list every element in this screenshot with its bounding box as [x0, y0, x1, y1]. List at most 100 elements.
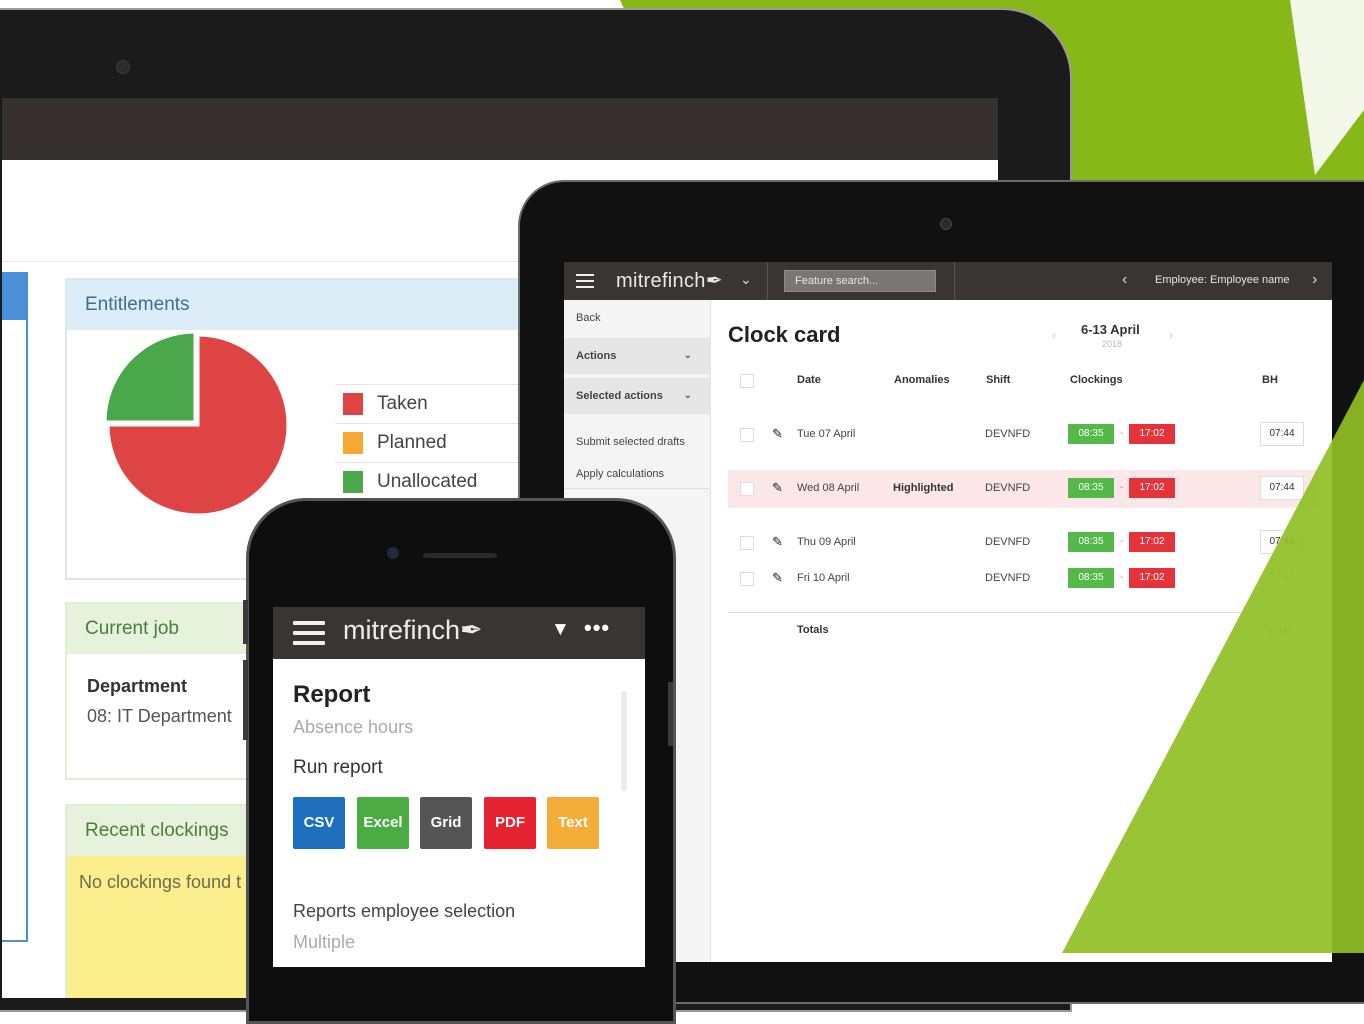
excel-button[interactable]: Excel: [357, 797, 409, 849]
chevron-right-icon[interactable]: ›: [1169, 328, 1173, 342]
run-report-label: Run report: [293, 757, 383, 778]
logo-text: mitrefinch: [343, 615, 461, 645]
column-header-bh: BH: [1262, 374, 1278, 386]
row-checkbox[interactable]: [740, 482, 754, 496]
phone-device: mitrefinch✒ ▼ ••• Report Absence hours R…: [246, 498, 676, 1024]
current-job-card: Current job Department 08: IT Department: [65, 602, 265, 780]
date-year: 2018: [1102, 339, 1123, 349]
chevron-down-icon[interactable]: ▼: [551, 619, 570, 641]
department-label: Department: [87, 676, 188, 696]
actions-label: Actions: [576, 350, 617, 362]
hamburger-icon[interactable]: [293, 621, 325, 651]
date-range: 6-13 April: [1081, 322, 1140, 337]
empty-message: No clockings found t: [79, 872, 242, 892]
phone-logo[interactable]: mitrefinch✒: [343, 615, 483, 646]
clock-in-badge[interactable]: 08:35: [1068, 532, 1114, 552]
selected-actions-label: Selected actions: [576, 390, 663, 402]
pdf-button[interactable]: PDF: [484, 797, 536, 849]
clock-out-badge[interactable]: 17:02: [1129, 478, 1175, 498]
actions-dropdown[interactable]: Actions ⌄: [564, 338, 710, 374]
row-date: Wed 08 April: [797, 482, 860, 494]
apply-calculations-link[interactable]: Apply calculations: [564, 468, 710, 480]
bh-field[interactable]: 07:44: [1260, 530, 1304, 554]
back-link[interactable]: Back: [564, 312, 710, 324]
clock-separator: -: [1120, 572, 1124, 583]
column-header-date: Date: [797, 374, 821, 386]
chevron-right-icon[interactable]: ›: [1312, 271, 1317, 289]
row-checkbox[interactable]: [740, 572, 754, 586]
select-all-checkbox[interactable]: [740, 374, 754, 388]
table-row[interactable]: ✎ Wed 08 April Highlighted DEVNFD 08:35 …: [728, 470, 1318, 508]
logo-text: mitrefinch: [616, 270, 706, 292]
tablet-navbar: mitrefinch✒ ⌄ Feature search... ‹ Employ…: [564, 262, 1332, 300]
chevron-left-icon[interactable]: ‹: [1122, 271, 1127, 289]
column-header-shift: Shift: [986, 374, 1011, 386]
clock-out-badge[interactable]: 17:02: [1129, 424, 1175, 444]
clock-out-badge[interactable]: 17:02: [1129, 532, 1175, 552]
employee-selector[interactable]: Employee: Employee name: [1155, 274, 1290, 286]
hamburger-icon[interactable]: [576, 274, 594, 292]
tablet-screen: mitrefinch✒ ⌄ Feature search... ‹ Employ…: [564, 262, 1332, 962]
bh-field[interactable]: 07:44: [1260, 476, 1304, 500]
phone-navbar: mitrefinch✒ ▼ •••: [273, 607, 645, 659]
chevron-left-icon[interactable]: ‹: [1052, 328, 1056, 342]
legend-item-taken: Taken: [335, 384, 535, 423]
tablet-logo[interactable]: mitrefinch✒: [616, 268, 723, 293]
column-header-clockings: Clockings: [1070, 374, 1123, 386]
recent-clockings-card: Recent clockings No clockings found t: [65, 804, 265, 998]
totals-divider: [728, 612, 1318, 613]
bh-field[interactable]: 07:44: [1260, 422, 1304, 446]
totals-value: 37:50: [1267, 626, 1290, 636]
row-checkbox[interactable]: [740, 428, 754, 442]
table-row[interactable]: ✎ Fri 10 April DEVNFD 08:35 - 17:02 07:4…: [728, 560, 1318, 598]
swatch-planned: [343, 432, 363, 454]
row-date: Fri 10 April: [797, 572, 850, 584]
scrollbar[interactable]: [621, 691, 627, 791]
clock-out-badge[interactable]: 17:02: [1129, 568, 1175, 588]
legend-item-unallocated: Unallocated: [335, 462, 535, 501]
swatch-taken: [343, 393, 363, 415]
clock-in-badge[interactable]: 08:35: [1068, 568, 1114, 588]
left-panel: [2, 272, 28, 942]
submit-drafts-link[interactable]: Submit selected drafts: [564, 436, 710, 448]
clock-in-badge[interactable]: 08:35: [1068, 424, 1114, 444]
more-dots-icon[interactable]: •••: [584, 615, 610, 641]
phone-camera: [387, 547, 399, 559]
legend-label-taken: Taken: [377, 393, 428, 414]
phone-power-button: [668, 682, 673, 746]
employee-selection-value[interactable]: Multiple: [293, 932, 355, 953]
chevron-down-icon[interactable]: ⌄: [740, 271, 752, 288]
feature-search-input[interactable]: Feature search...: [784, 270, 936, 292]
clock-in-badge[interactable]: 08:35: [1068, 478, 1114, 498]
csv-button[interactable]: CSV: [293, 797, 345, 849]
bh-field[interactable]: 07:44: [1260, 566, 1304, 590]
swatch-unallocated: [343, 471, 363, 493]
nav-separator: [767, 262, 768, 300]
recent-clockings-title: Recent clockings: [67, 806, 263, 856]
table-row[interactable]: ✎ Tue 07 April DEVNFD 08:35 - 17:02 07:4…: [728, 416, 1318, 454]
pencil-icon[interactable]: ✎: [772, 534, 783, 550]
report-subtitle: Absence hours: [293, 717, 414, 737]
phone-volume-button: [243, 660, 248, 740]
sidebar-divider: [564, 488, 710, 489]
entitlements-pie-chart: [105, 332, 290, 517]
totals-label: Totals: [797, 624, 829, 636]
row-anomaly: Highlighted: [893, 482, 954, 494]
row-checkbox[interactable]: [740, 536, 754, 550]
pencil-icon[interactable]: ✎: [772, 570, 783, 586]
pencil-icon[interactable]: ✎: [772, 480, 783, 496]
text-button[interactable]: Text: [547, 797, 599, 849]
clock-separator: -: [1120, 536, 1124, 547]
left-panel-header: [2, 272, 28, 320]
table-row[interactable]: ✎ Thu 09 April DEVNFD 08:35 - 17:02 07:4…: [728, 524, 1318, 562]
row-date: Thu 09 April: [797, 536, 856, 548]
row-shift: DEVNFD: [985, 536, 1031, 548]
grid-button[interactable]: Grid: [420, 797, 472, 849]
report-title: Report: [293, 681, 371, 708]
legend-label-planned: Planned: [377, 432, 447, 453]
department-value: 08: IT Department: [87, 706, 232, 726]
pencil-icon[interactable]: ✎: [772, 426, 783, 442]
quill-icon: ✒: [705, 270, 723, 292]
selected-actions-dropdown[interactable]: Selected actions ⌄: [564, 378, 710, 414]
desktop-topbar: [2, 98, 998, 160]
